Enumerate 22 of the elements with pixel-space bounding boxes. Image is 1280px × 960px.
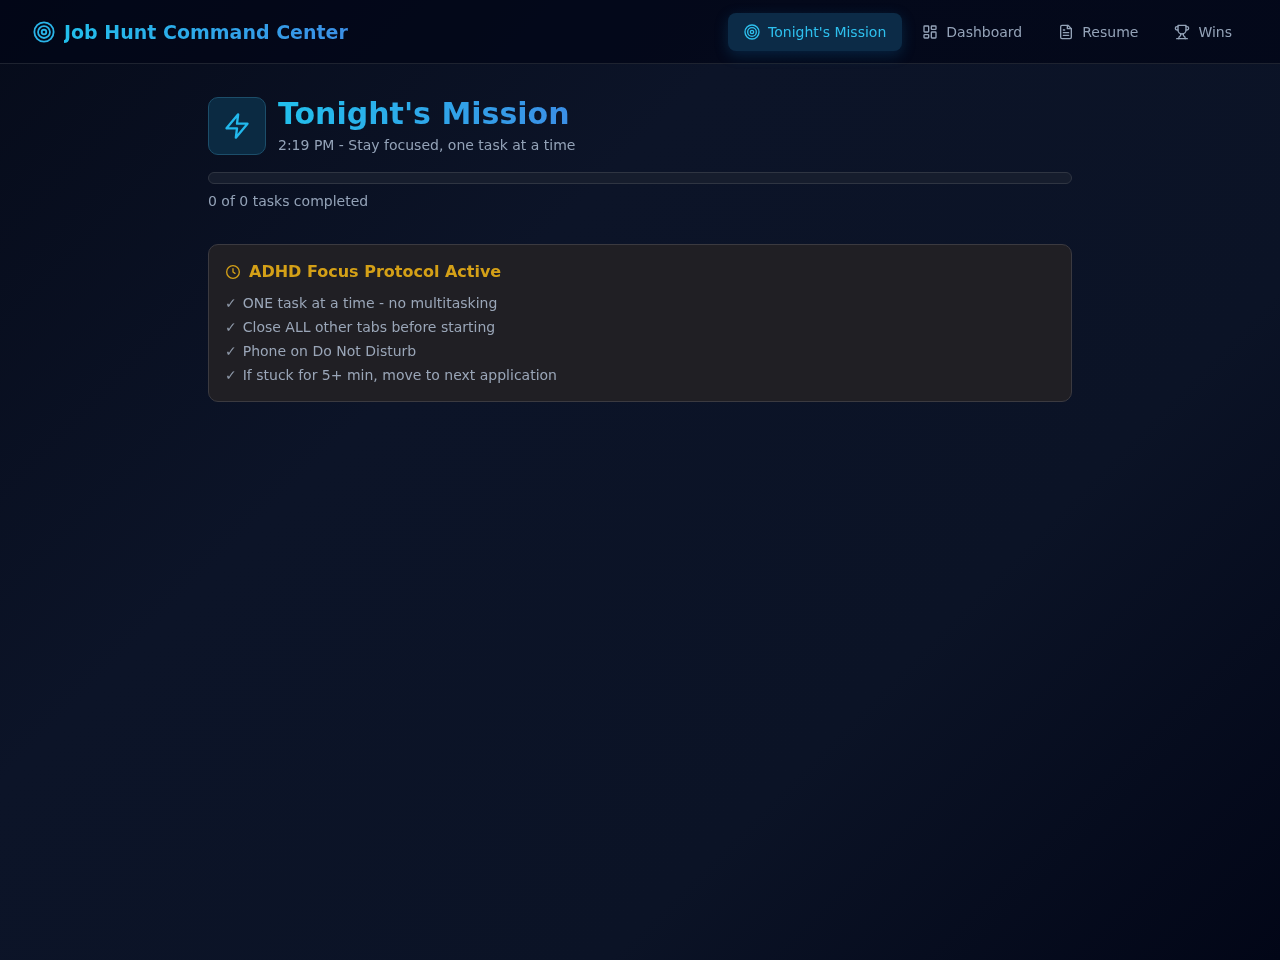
page-subtitle: 2:19 PM - Stay focused, one task at a time (278, 137, 576, 153)
lightning-icon (208, 97, 266, 155)
check-mark: ✓ (225, 366, 237, 385)
target-icon (33, 20, 55, 43)
rule-text: If stuck for 5+ min, move to next application (242, 366, 557, 385)
check-mark: ✓ (225, 294, 237, 313)
document-icon (1058, 23, 1075, 40)
trophy-icon (1174, 23, 1191, 40)
nav-tab[interactable]: Resume (1042, 12, 1155, 51)
rule-text: Phone on Do Not Disturb (242, 342, 417, 361)
nav-tab[interactable]: Tonight's Mission (728, 12, 903, 51)
nav-tab[interactable]: Dashboard (906, 12, 1039, 51)
rule-text: ONE task at a time - no multitasking (242, 294, 498, 313)
target-icon (744, 23, 761, 40)
rule-text: Close ALL other tabs before starting (242, 318, 496, 337)
card-title: ADHD Focus Protocol Active (249, 262, 502, 282)
check-mark: ✓ (225, 318, 237, 337)
progress-caption: 0 of 0 tasks completed (208, 193, 370, 209)
grid-icon (922, 23, 939, 40)
nav-tab[interactable]: Wins (1158, 12, 1248, 51)
clock-icon (225, 264, 241, 280)
check-mark: ✓ (225, 342, 237, 361)
